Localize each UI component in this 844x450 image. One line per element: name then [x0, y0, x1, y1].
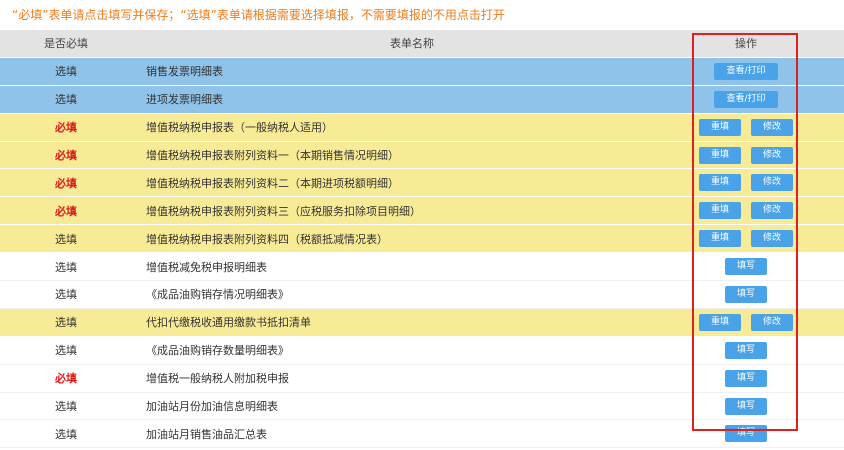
form-name-cell: 增值税一般纳税人附加税申报 [146, 372, 289, 386]
required-cell: 必填 [55, 149, 77, 162]
refill-button[interactable]: 重填 [699, 313, 741, 331]
required-cell: 选填 [55, 316, 77, 330]
actions-cell: 查看/打印 [692, 90, 800, 108]
form-name-cell: 代扣代缴税收通用缴款书抵扣清单 [146, 316, 311, 330]
form-name-cell: 增值税纳税申报表（一般纳税人适用） [146, 121, 333, 135]
refill-button[interactable]: 重填 [699, 230, 741, 248]
refill-button[interactable]: 重填 [699, 202, 741, 220]
form-name-cell: 加油站月份加油信息明细表 [146, 400, 278, 414]
instruction-notice: “必填”表单请点击填写并保存；“选填”表单请根据需要选择填报，不需要填报的不用点… [12, 8, 505, 22]
table-row: 选填 代扣代缴税收通用缴款书抵扣清单 重填 修改 [0, 308, 844, 337]
fill-button[interactable]: 填写 [725, 397, 767, 415]
form-table: 是否必填 表单名称 操作 选填 销售发票明细表 查看/打印 选填 进项发票明细表… [0, 30, 844, 449]
actions-cell: 重填 修改 [692, 202, 800, 220]
table-row: 选填 加油站月销售油品汇总表 填写 [0, 420, 844, 449]
form-name-cell: 销售发票明细表 [146, 65, 223, 79]
refill-button[interactable]: 重填 [699, 118, 741, 136]
required-cell: 必填 [55, 176, 77, 190]
actions-cell: 填写 [692, 369, 800, 387]
required-cell: 选填 [55, 65, 77, 79]
table-row: 必填 增值税一般纳税人附加税申报 填写 [0, 364, 844, 393]
refill-button[interactable]: 重填 [699, 146, 741, 164]
required-cell: 必填 [55, 204, 77, 218]
edit-button[interactable]: 修改 [751, 118, 793, 136]
edit-button[interactable]: 修改 [751, 146, 793, 164]
required-cell: 选填 [55, 344, 77, 358]
fill-button[interactable]: 填写 [725, 285, 767, 303]
view-print-button[interactable]: 查看/打印 [714, 90, 778, 108]
form-name-cell: 增值税纳税申报表附列资料一（本期销售情况明细） [146, 149, 399, 162]
actions-cell: 重填 修改 [692, 146, 800, 164]
edit-button[interactable]: 修改 [751, 313, 793, 331]
form-name-cell: 《成品油购销存数量明细表》 [146, 344, 289, 358]
refill-button[interactable]: 重填 [699, 174, 741, 192]
fill-button[interactable]: 填写 [725, 425, 767, 443]
actions-cell: 重填 修改 [692, 174, 800, 192]
fill-button[interactable]: 填写 [725, 369, 767, 387]
required-cell: 选填 [55, 232, 77, 246]
table-row: 选填 《成品油购销存情况明细表》 填写 [0, 281, 844, 309]
form-name-cell: 增值税纳税申报表附列资料三（应税服务扣除项目明细） [146, 204, 421, 218]
required-cell: 选填 [55, 400, 77, 414]
edit-button[interactable]: 修改 [751, 202, 793, 220]
form-name-cell: 增值税纳税申报表附列资料四（税额抵减情况表） [146, 232, 388, 246]
header-form-name: 表单名称 [390, 37, 434, 51]
header-actions: 操作 [735, 37, 757, 51]
table-row: 必填 增值税纳税申报表附列资料三（应税服务扣除项目明细） 重填 修改 [0, 197, 844, 226]
form-name-cell: 增值税纳税申报表附列资料二（本期进项税额明细） [146, 176, 399, 190]
required-cell: 选填 [55, 288, 77, 302]
actions-cell: 填写 [692, 341, 800, 359]
actions-cell: 重填 修改 [692, 230, 800, 248]
header-required: 是否必填 [44, 37, 88, 51]
table-row: 选填 加油站月份加油信息明细表 填写 [0, 392, 844, 421]
table-row: 选填 增值税减免税申报明细表 填写 [0, 253, 844, 282]
required-cell: 选填 [55, 93, 77, 107]
form-name-cell: 增值税减免税申报明细表 [146, 260, 267, 274]
required-cell: 必填 [55, 372, 77, 386]
table-row: 选填 增值税纳税申报表附列资料四（税额抵减情况表） 重填 修改 [0, 225, 844, 254]
fill-button[interactable]: 填写 [725, 258, 767, 276]
actions-cell: 重填 修改 [692, 313, 800, 331]
form-name-cell: 《成品油购销存情况明细表》 [146, 288, 289, 302]
table-row: 选填 进项发票明细表 查看/打印 [0, 85, 844, 114]
form-name-cell: 进项发票明细表 [146, 93, 223, 107]
edit-button[interactable]: 修改 [751, 230, 793, 248]
fill-button[interactable]: 填写 [725, 341, 767, 359]
table-row: 选填 《成品油购销存数量明细表》 填写 [0, 336, 844, 365]
actions-cell: 查看/打印 [692, 62, 800, 80]
actions-cell: 填写 [692, 397, 800, 415]
required-cell: 选填 [55, 260, 77, 274]
view-print-button[interactable]: 查看/打印 [714, 62, 778, 80]
actions-cell: 填写 [692, 285, 800, 303]
edit-button[interactable]: 修改 [751, 174, 793, 192]
table-row: 选填 销售发票明细表 查看/打印 [0, 57, 844, 86]
actions-cell: 填写 [692, 258, 800, 276]
actions-cell: 重填 修改 [692, 118, 800, 136]
table-header: 是否必填 表单名称 操作 [0, 30, 844, 58]
table-row: 必填 增值税纳税申报表附列资料一（本期销售情况明细） 重填 修改 [0, 141, 844, 170]
table-row: 必填 增值税纳税申报表（一般纳税人适用） 重填 修改 [0, 113, 844, 142]
actions-cell: 填写 [692, 425, 800, 443]
required-cell: 必填 [55, 121, 77, 135]
table-row: 必填 增值税纳税申报表附列资料二（本期进项税额明细） 重填 修改 [0, 169, 844, 198]
form-name-cell: 加油站月销售油品汇总表 [146, 427, 267, 441]
required-cell: 选填 [55, 427, 77, 441]
